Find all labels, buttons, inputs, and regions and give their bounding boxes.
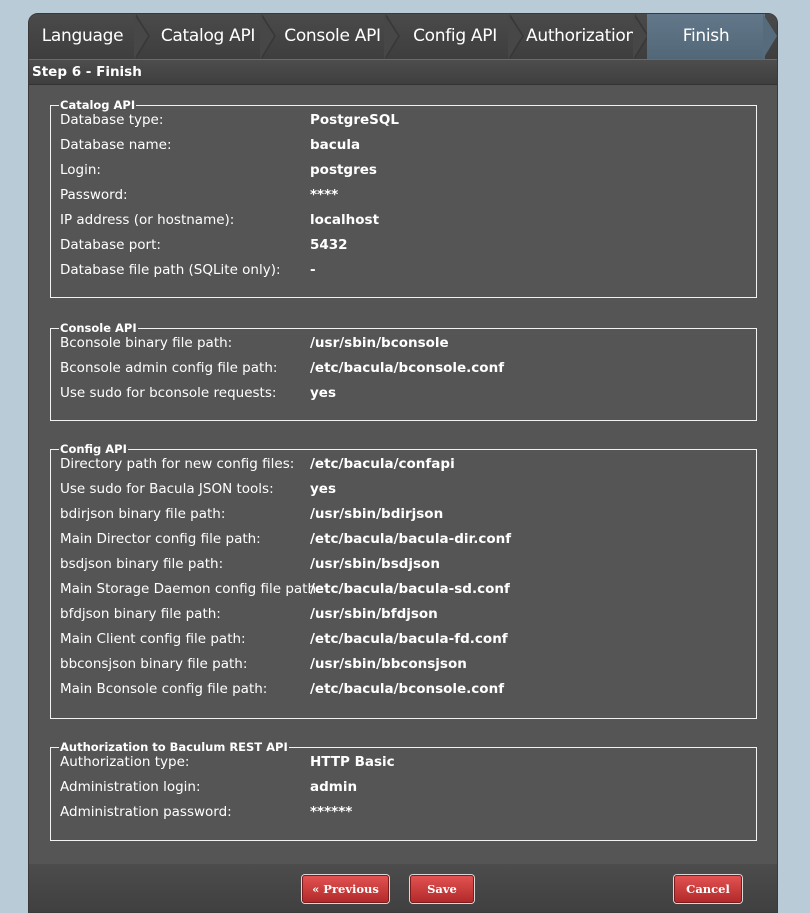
setting-label: Directory path for new config files: [60, 456, 295, 472]
setting-value: yes [310, 481, 336, 497]
step-separator-inner [384, 14, 398, 59]
setting-row: Bconsole binary file path: /usr/sbin/bco… [51, 330, 756, 355]
setting-value: postgres [310, 162, 377, 178]
setting-value: /etc/bacula/bconsole.conf [310, 360, 505, 376]
step-authorization[interactable]: Authorization [523, 14, 639, 59]
setting-label: Bconsole admin config file path: [60, 360, 278, 376]
setting-row: Directory path for new config files: /et… [51, 451, 756, 476]
setting-row: Database port: 5432 [51, 232, 756, 257]
console-api-section: Console API Bconsole binary file path: /… [50, 321, 757, 421]
step-separator-inner [134, 14, 148, 59]
wizard-button-bar: « Previous Save Cancel [29, 864, 777, 912]
setting-label: Database file path (SQLite only): [60, 262, 281, 278]
setting-label: Administration password: [60, 804, 232, 820]
setting-value: /usr/sbin/bdirjson [310, 506, 444, 522]
setting-value: PostgreSQL [310, 112, 399, 128]
setting-row: Administration password: ****** [51, 799, 756, 824]
setting-row: Bconsole admin config file path: /etc/ba… [51, 355, 756, 380]
setting-row: Main Director config file path: /etc/bac… [51, 526, 756, 551]
setting-label: Database port: [60, 237, 161, 253]
setting-row: bbconsjson binary file path: /usr/sbin/b… [51, 651, 756, 676]
setting-row: Password: **** [51, 182, 756, 207]
setting-value: /etc/bacula/bacula-sd.conf [310, 581, 510, 597]
step-active-arrow [763, 14, 777, 59]
install-wizard: Language Catalog API Console API Config … [28, 13, 778, 913]
setting-row: Use sudo for Bacula JSON tools: yes [51, 476, 756, 501]
setting-label: Use sudo for bconsole requests: [60, 385, 277, 401]
step-config-api[interactable]: Config API [400, 14, 510, 59]
setting-label: bsdjson binary file path: [60, 556, 224, 572]
setting-row: bfdjson binary file path: /usr/sbin/bfdj… [51, 601, 756, 626]
cancel-button[interactable]: Cancel [674, 875, 742, 903]
setting-value: 5432 [310, 237, 348, 253]
save-button[interactable]: Save [410, 875, 474, 903]
setting-row: Main Bconsole config file path: /etc/bac… [51, 676, 756, 701]
setting-label: Authorization type: [60, 754, 190, 770]
setting-row: Main Storage Daemon config file path: /e… [51, 576, 756, 601]
setting-label: Database name: [60, 137, 172, 153]
setting-label: Main Storage Daemon config file path: [60, 581, 321, 597]
setting-value: /usr/sbin/bbconsjson [310, 656, 467, 672]
setting-value: - [310, 262, 316, 278]
setting-row: Login: postgres [51, 157, 756, 182]
setting-label: Main Client config file path: [60, 631, 246, 647]
setting-row: bsdjson binary file path: /usr/sbin/bsdj… [51, 551, 756, 576]
setting-row: Database file path (SQLite only): - [51, 257, 756, 282]
setting-label: Use sudo for Bacula JSON tools: [60, 481, 274, 497]
step-finish[interactable]: Finish [647, 14, 765, 59]
setting-label: Bconsole binary file path: [60, 335, 233, 351]
step-separator-inner [633, 14, 647, 59]
step-separator-inner [508, 14, 522, 59]
previous-button[interactable]: « Previous [302, 875, 389, 903]
setting-label: IP address (or hostname): [60, 212, 235, 228]
setting-row: IP address (or hostname): localhost [51, 207, 756, 232]
setting-value: ****** [310, 804, 353, 820]
setting-row: bdirjson binary file path: /usr/sbin/bdi… [51, 501, 756, 526]
setting-value: /etc/bacula/bacula-dir.conf [310, 531, 512, 547]
setting-row: Database type: PostgreSQL [51, 107, 756, 132]
config-api-section: Config API Directory path for new config… [50, 442, 757, 719]
step-title: Step 6 - Finish [29, 59, 777, 85]
setting-value: /usr/sbin/bconsole [310, 335, 449, 351]
setting-value: **** [310, 187, 339, 203]
setting-row: Use sudo for bconsole requests: yes [51, 380, 756, 405]
setting-value: /usr/sbin/bsdjson [310, 556, 440, 572]
setting-value: /etc/bacula/bconsole.conf [310, 681, 505, 697]
setting-value: HTTP Basic [310, 754, 395, 770]
setting-value: admin [310, 779, 358, 795]
setting-label: bbconsjson binary file path: [60, 656, 248, 672]
setting-label: Main Director config file path: [60, 531, 261, 547]
setting-label: Database type: [60, 112, 164, 128]
setting-label: Login: [60, 162, 101, 178]
setting-label: Administration login: [60, 779, 201, 795]
setting-row: Database name: bacula [51, 132, 756, 157]
setting-row: Authorization type: HTTP Basic [51, 749, 756, 774]
setting-label: Password: [60, 187, 128, 203]
setting-value: localhost [310, 212, 380, 228]
setting-row: Administration login: admin [51, 774, 756, 799]
step-language[interactable]: Language [29, 14, 136, 59]
setting-value: /etc/bacula/confapi [310, 456, 455, 472]
setting-label: bdirjson binary file path: [60, 506, 226, 522]
step-separator-inner [260, 14, 274, 59]
setting-label: bfdjson binary file path: [60, 606, 221, 622]
setting-value: /etc/bacula/bacula-fd.conf [310, 631, 508, 647]
setting-row: Main Client config file path: /etc/bacul… [51, 626, 756, 651]
setting-value: yes [310, 385, 336, 401]
setting-label: Main Bconsole config file path: [60, 681, 268, 697]
step-catalog-api[interactable]: Catalog API [150, 14, 266, 59]
step-console-api[interactable]: Console API [274, 14, 391, 59]
wizard-steps: Language Catalog API Console API Config … [29, 14, 777, 59]
authorization-section: Authorization to Baculum REST API Author… [50, 740, 757, 841]
setting-value: bacula [310, 137, 361, 153]
setting-value: /usr/sbin/bfdjson [310, 606, 438, 622]
catalog-api-section: Catalog API Database type: PostgreSQL Da… [50, 98, 757, 298]
